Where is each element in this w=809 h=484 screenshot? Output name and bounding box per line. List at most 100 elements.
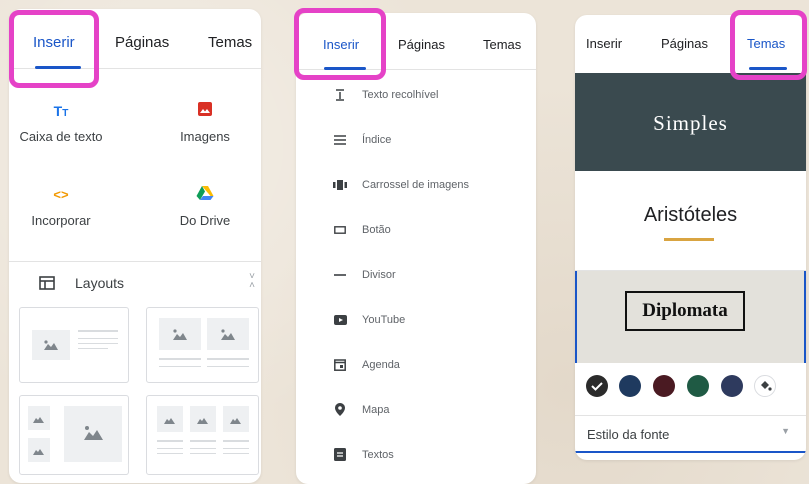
insert-from-drive[interactable]: Do Drive	[155, 185, 255, 228]
list-item-youtube[interactable]: YouTube	[296, 297, 536, 342]
list-item-label: Textos	[362, 448, 394, 461]
layout-thumb-2[interactable]	[146, 307, 259, 383]
check-icon	[591, 382, 603, 391]
theme-name: Simples	[653, 111, 728, 135]
theme-name: Aristóteles	[643, 204, 738, 226]
image-placeholder	[207, 318, 249, 350]
map-pin-icon	[332, 402, 348, 418]
tab-inserir[interactable]: Inserir	[33, 34, 75, 51]
theme-name: Diplomata	[642, 300, 728, 321]
list-item-label: Índice	[362, 133, 392, 146]
collapsible-text-icon	[332, 87, 348, 103]
drive-icon	[155, 185, 255, 205]
text-line	[78, 343, 118, 344]
embed-icon: <>	[53, 187, 69, 202]
image-placeholder	[64, 406, 122, 462]
text-line	[223, 448, 249, 449]
active-tab-indicator	[35, 66, 81, 69]
images-label: Imagens	[180, 129, 230, 144]
font-style-label: Estilo da fonte	[587, 427, 670, 442]
tab-bar: Inserir Páginas Temas	[9, 9, 261, 69]
color-swatch[interactable]	[721, 375, 743, 397]
list-item-texto-recolhivel[interactable]: Texto recolhível	[296, 72, 536, 117]
list-item-botao[interactable]: Botão	[296, 207, 536, 252]
collapse-icon[interactable]: ˅ ˄	[249, 272, 255, 291]
list-item-label: Mapa	[362, 403, 390, 416]
active-tab-indicator	[749, 67, 787, 70]
theme-diplomata[interactable]: Diplomata	[575, 271, 806, 363]
youtube-icon	[332, 312, 348, 328]
list-item-carrossel[interactable]: Carrossel de imagens	[296, 162, 536, 207]
insert-list-panel: Inserir Páginas Temas Texto recolhível Í…	[296, 13, 536, 484]
tab-temas[interactable]: Temas	[747, 36, 785, 51]
drive-label: Do Drive	[179, 213, 231, 228]
tab-paginas[interactable]: Páginas	[115, 34, 169, 51]
text-line	[159, 358, 201, 360]
text-line	[190, 453, 216, 454]
insert-panel: Inserir Páginas Temas TT Caixa de texto …	[9, 9, 261, 483]
layouts-icon	[39, 276, 55, 293]
list-item-agenda[interactable]: Agenda	[296, 342, 536, 387]
image-placeholder	[32, 330, 70, 360]
text-box-label: Caixa de texto	[19, 129, 103, 144]
tab-paginas[interactable]: Páginas	[661, 36, 708, 51]
image-placeholder	[157, 406, 183, 432]
layout-thumb-1[interactable]	[19, 307, 129, 383]
text-line	[78, 330, 118, 332]
tab-inserir[interactable]: Inserir	[323, 37, 359, 52]
insert-images[interactable]: Imagens	[155, 101, 255, 144]
color-swatch[interactable]	[653, 375, 675, 397]
text-line	[78, 348, 108, 349]
theme-simples[interactable]: Simples	[575, 73, 806, 171]
layout-thumb-4[interactable]	[146, 395, 259, 475]
tab-temas[interactable]: Temas	[483, 37, 521, 52]
tab-bar: Inserir Páginas Temas	[296, 13, 536, 70]
carousel-icon	[332, 177, 348, 193]
list-item-label: Botão	[362, 223, 391, 236]
text-line	[159, 366, 201, 367]
layouts-section-header[interactable]: Layouts ˅ ˄	[9, 261, 261, 303]
list-item-label: Divisor	[362, 268, 396, 281]
calendar-icon	[332, 357, 348, 373]
dropdown-arrow-icon: ▼	[781, 426, 790, 436]
image-placeholder	[190, 406, 216, 432]
custom-color-button[interactable]	[754, 375, 776, 397]
divider-icon	[332, 267, 348, 283]
list-item-mapa[interactable]: Mapa	[296, 387, 536, 432]
theme-accent-line	[664, 238, 714, 241]
text-line	[157, 448, 183, 449]
color-swatch[interactable]	[619, 375, 641, 397]
list-item-label: Agenda	[362, 358, 400, 371]
themes-panel: Inserir Páginas Temas Simples Aristótele…	[575, 15, 806, 460]
tab-paginas[interactable]: Páginas	[398, 37, 445, 52]
list-item-indice[interactable]: Índice	[296, 117, 536, 162]
insert-embed[interactable]: <> Incorporar	[11, 185, 111, 228]
image-placeholder	[159, 318, 201, 350]
text-line	[157, 440, 183, 442]
tab-inserir[interactable]: Inserir	[586, 36, 622, 51]
list-item-divisor[interactable]: Divisor	[296, 252, 536, 297]
color-swatch-selected[interactable]	[586, 375, 608, 397]
image-placeholder	[223, 406, 249, 432]
text-line	[223, 440, 249, 442]
font-style-dropdown[interactable]: Estilo da fonte ▼	[575, 415, 806, 453]
paint-bucket-icon	[761, 381, 772, 391]
color-swatch[interactable]	[687, 375, 709, 397]
list-item-textos[interactable]: Textos	[296, 432, 536, 477]
docs-icon	[332, 447, 348, 463]
theme-aristoteles[interactable]: Aristóteles	[575, 171, 806, 271]
list-item-label: Texto recolhível	[362, 88, 439, 101]
insert-text-box[interactable]: TT Caixa de texto	[11, 101, 111, 144]
button-icon	[332, 222, 348, 238]
text-line	[78, 338, 118, 339]
text-line	[190, 440, 216, 442]
layouts-label: Layouts	[75, 275, 125, 291]
image-icon	[155, 101, 255, 121]
image-placeholder	[28, 438, 50, 462]
tab-temas[interactable]: Temas	[208, 34, 252, 51]
text-line	[207, 366, 249, 367]
image-placeholder	[28, 406, 50, 430]
layout-thumb-3[interactable]	[19, 395, 129, 475]
table-of-contents-icon	[332, 132, 348, 148]
text-line	[157, 453, 183, 454]
